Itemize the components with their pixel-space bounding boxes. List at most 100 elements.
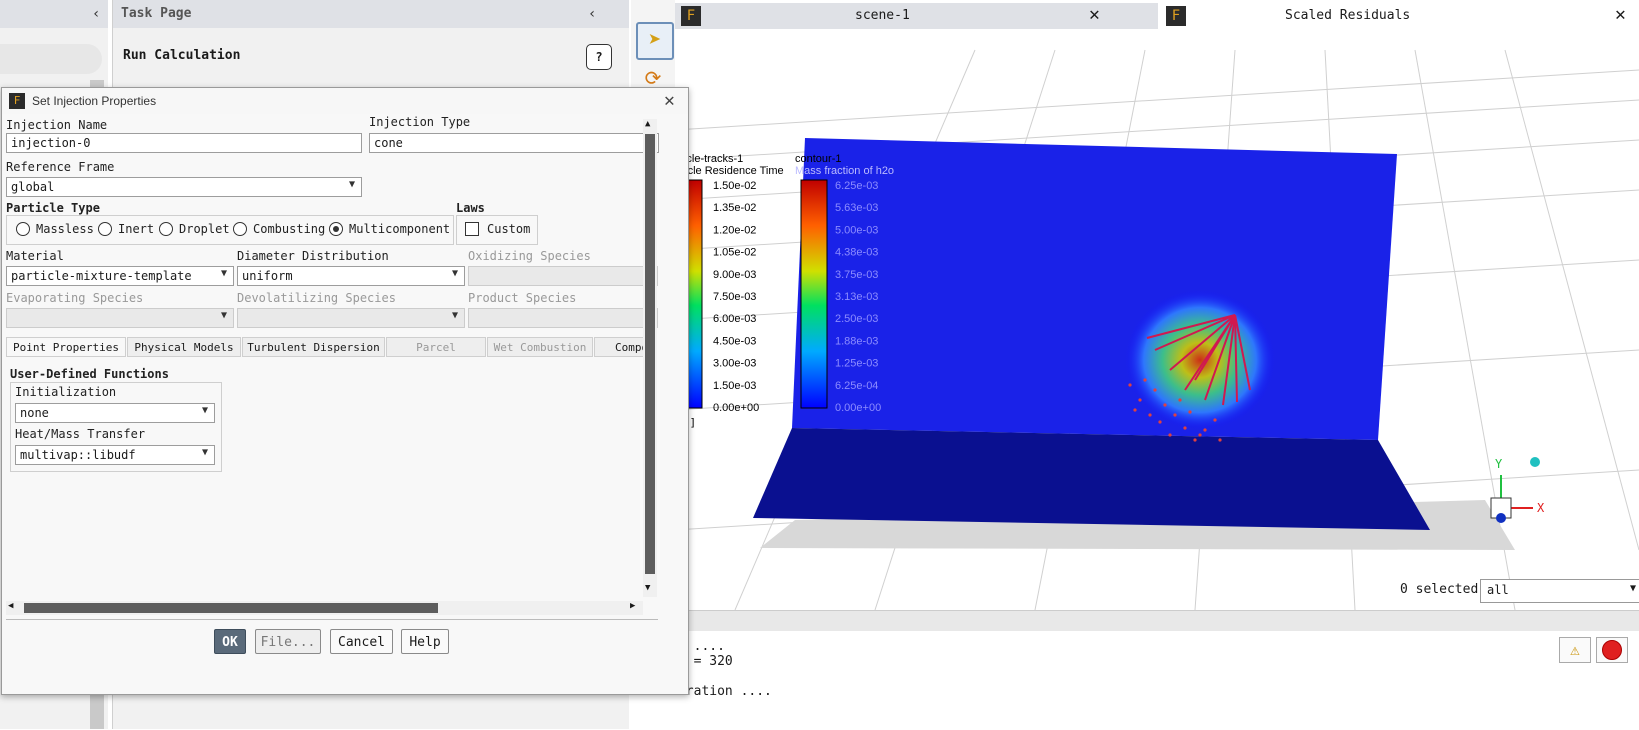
- material-dropdown[interactable]: particle-mixture-template ▼: [6, 266, 234, 286]
- legend1-tick-label: 0.00e+00: [713, 402, 759, 414]
- chevron-down-icon: ▼: [201, 447, 208, 458]
- collapse-outline-icon[interactable]: ‹: [92, 6, 100, 22]
- diameter-distribution-dropdown[interactable]: uniform ▼: [237, 266, 465, 286]
- product-species-label: Product Species: [468, 291, 577, 305]
- tab-scene-1[interactable]: F scene-1 ✕: [675, 3, 1158, 29]
- legend1-subtitle: Particle Residence Time: [675, 165, 784, 177]
- legend1-tick-label: 1.05e-02: [713, 247, 756, 259]
- tab-parcel[interactable]: Parcel: [386, 337, 486, 357]
- collapse-task-page-icon[interactable]: ‹: [588, 6, 596, 22]
- legend1-tick-label: 1.50e-02: [713, 180, 756, 192]
- injection-type-input[interactable]: cone: [369, 133, 659, 153]
- outline-header: ‹: [0, 0, 108, 28]
- chevron-down-icon: ▼: [1629, 583, 1636, 594]
- legend1-tick-label: 1.50e-03: [713, 380, 756, 392]
- heat-mass-transfer-dropdown[interactable]: multivap::libudf ▼: [15, 445, 215, 465]
- radio-combusting-label: Combusting: [253, 222, 326, 236]
- fluent-logo-icon: F: [1166, 6, 1186, 26]
- radio-inert-label: Inert: [118, 222, 155, 236]
- console-panel[interactable]: eration ....tracked = 320Done.DPM Iterat…: [631, 610, 1639, 730]
- scroll-up-icon[interactable]: ▲: [645, 119, 650, 129]
- axis-y-label: Y: [1495, 457, 1503, 471]
- chevron-down-icon: ▼: [451, 310, 458, 321]
- scroll-left-icon[interactable]: ◀: [8, 601, 13, 611]
- injection-name-input[interactable]: injection-0: [6, 133, 362, 153]
- legend2-tick-label: 1.25e-03: [835, 358, 878, 370]
- contour-wall: [792, 138, 1397, 440]
- tab-turbulent-dispersion[interactable]: Turbulent Dispersion: [242, 337, 385, 357]
- close-scene-tab-icon[interactable]: ✕: [1089, 4, 1100, 25]
- tab-wet-combustion[interactable]: Wet Combustion: [487, 337, 593, 357]
- close-icon[interactable]: ✕: [664, 90, 675, 111]
- legend1-tick-label: 4.50e-03: [713, 335, 756, 347]
- outline-search-box[interactable]: [0, 44, 102, 74]
- selection-filter-dropdown[interactable]: all ▼: [1480, 579, 1639, 603]
- material-label: Material: [6, 249, 64, 263]
- initialization-value: none: [20, 406, 49, 420]
- legend2-subtitle: Mass fraction of h2o: [795, 165, 894, 177]
- fluent-logo-icon: F: [9, 93, 25, 109]
- heat-mass-transfer-label: Heat/Mass Transfer: [15, 427, 146, 441]
- reference-frame-dropdown[interactable]: global ▼: [6, 177, 362, 197]
- close-residuals-tab-icon[interactable]: ✕: [1615, 4, 1626, 25]
- evaporating-species-label: Evaporating Species: [6, 291, 144, 305]
- scroll-down-icon[interactable]: ▼: [645, 583, 650, 593]
- scene-canvas[interactable]: particle-tracks-1 [ s ] contour-1 Partic…: [675, 30, 1639, 610]
- reference-frame-value: global: [11, 180, 55, 194]
- initialization-dropdown[interactable]: none ▼: [15, 403, 215, 423]
- chevron-down-icon: ▼: [220, 268, 227, 279]
- scroll-right-icon[interactable]: ▶: [630, 601, 635, 611]
- graphics-viewport[interactable]: particle-tracks-1 [ s ] contour-1 Partic…: [675, 30, 1639, 610]
- legend2-tick-label: 3.13e-03: [835, 291, 878, 303]
- ok-button[interactable]: OK: [214, 629, 246, 654]
- dialog-title: Set Injection Properties: [32, 94, 157, 108]
- help-button[interactable]: Help: [401, 629, 449, 654]
- contour-floor: [753, 428, 1430, 530]
- tab-physical-models[interactable]: Physical Models: [127, 337, 241, 357]
- file-button[interactable]: File...: [255, 629, 321, 654]
- dialog-titlebar[interactable]: F Set Injection Properties ✕: [2, 88, 688, 114]
- select-arrow-icon[interactable]: ➤: [636, 22, 674, 60]
- stop-icon: [1602, 640, 1622, 660]
- oxidizing-species-dropdown: [468, 266, 658, 286]
- dialog-horizontal-scrollbar[interactable]: ◀ ▶: [6, 601, 643, 615]
- laws-label: Laws: [456, 201, 485, 215]
- radio-droplet-label: Droplet: [179, 222, 230, 236]
- selection-filter-value: all: [1487, 583, 1509, 597]
- chevron-down-icon: ▼: [348, 179, 355, 190]
- axes-triad: Y X: [1490, 457, 1545, 523]
- run-calculation-heading: Run Calculation: [123, 48, 241, 63]
- task-page-header: Task Page ‹: [113, 0, 629, 28]
- tab-point-properties[interactable]: Point Properties: [6, 337, 126, 357]
- chevron-down-icon: ▼: [220, 310, 227, 321]
- radio-massless[interactable]: [16, 222, 30, 236]
- material-value: particle-mixture-template: [11, 269, 192, 283]
- tab-residuals-label: Scaled Residuals: [1285, 8, 1411, 23]
- chevron-down-icon: ▼: [451, 268, 458, 279]
- radio-inert[interactable]: [98, 222, 112, 236]
- initialization-label: Initialization: [15, 385, 117, 399]
- legend2-tick-label: 3.75e-03: [835, 269, 878, 281]
- tab-scaled-residuals[interactable]: F Scaled Residuals ✕: [1160, 3, 1639, 29]
- cancel-button[interactable]: Cancel: [330, 629, 393, 654]
- evaporating-species-dropdown: ▼: [6, 308, 234, 328]
- fluent-logo-icon: F: [681, 6, 701, 26]
- injection-name-label: Injection Name: [6, 118, 108, 132]
- legend1-tick-label: 1.35e-02: [713, 202, 756, 214]
- stop-calculation-button[interactable]: [1596, 637, 1628, 663]
- warning-icon[interactable]: ⚠: [1559, 637, 1591, 663]
- legend1-tick-label: 7.50e-03: [713, 291, 756, 303]
- horizontal-scroll-thumb[interactable]: [24, 603, 438, 613]
- legend2-tick-label: 5.63e-03: [835, 202, 878, 214]
- radio-multicomponent[interactable]: [329, 222, 343, 236]
- legend2-tick-label: 2.50e-03: [835, 313, 878, 325]
- legend2-tick-label: 5.00e-03: [835, 224, 878, 236]
- radio-combusting[interactable]: [233, 222, 247, 236]
- vertical-scroll-thumb[interactable]: [645, 134, 655, 574]
- diameter-distribution-label: Diameter Distribution: [237, 249, 389, 263]
- radio-droplet[interactable]: [159, 222, 173, 236]
- dialog-vertical-scrollbar[interactable]: ▲ ▼: [643, 119, 657, 597]
- legend2-title: contour-1: [795, 153, 841, 165]
- help-icon[interactable]: ?: [586, 44, 612, 70]
- custom-checkbox[interactable]: [465, 222, 479, 236]
